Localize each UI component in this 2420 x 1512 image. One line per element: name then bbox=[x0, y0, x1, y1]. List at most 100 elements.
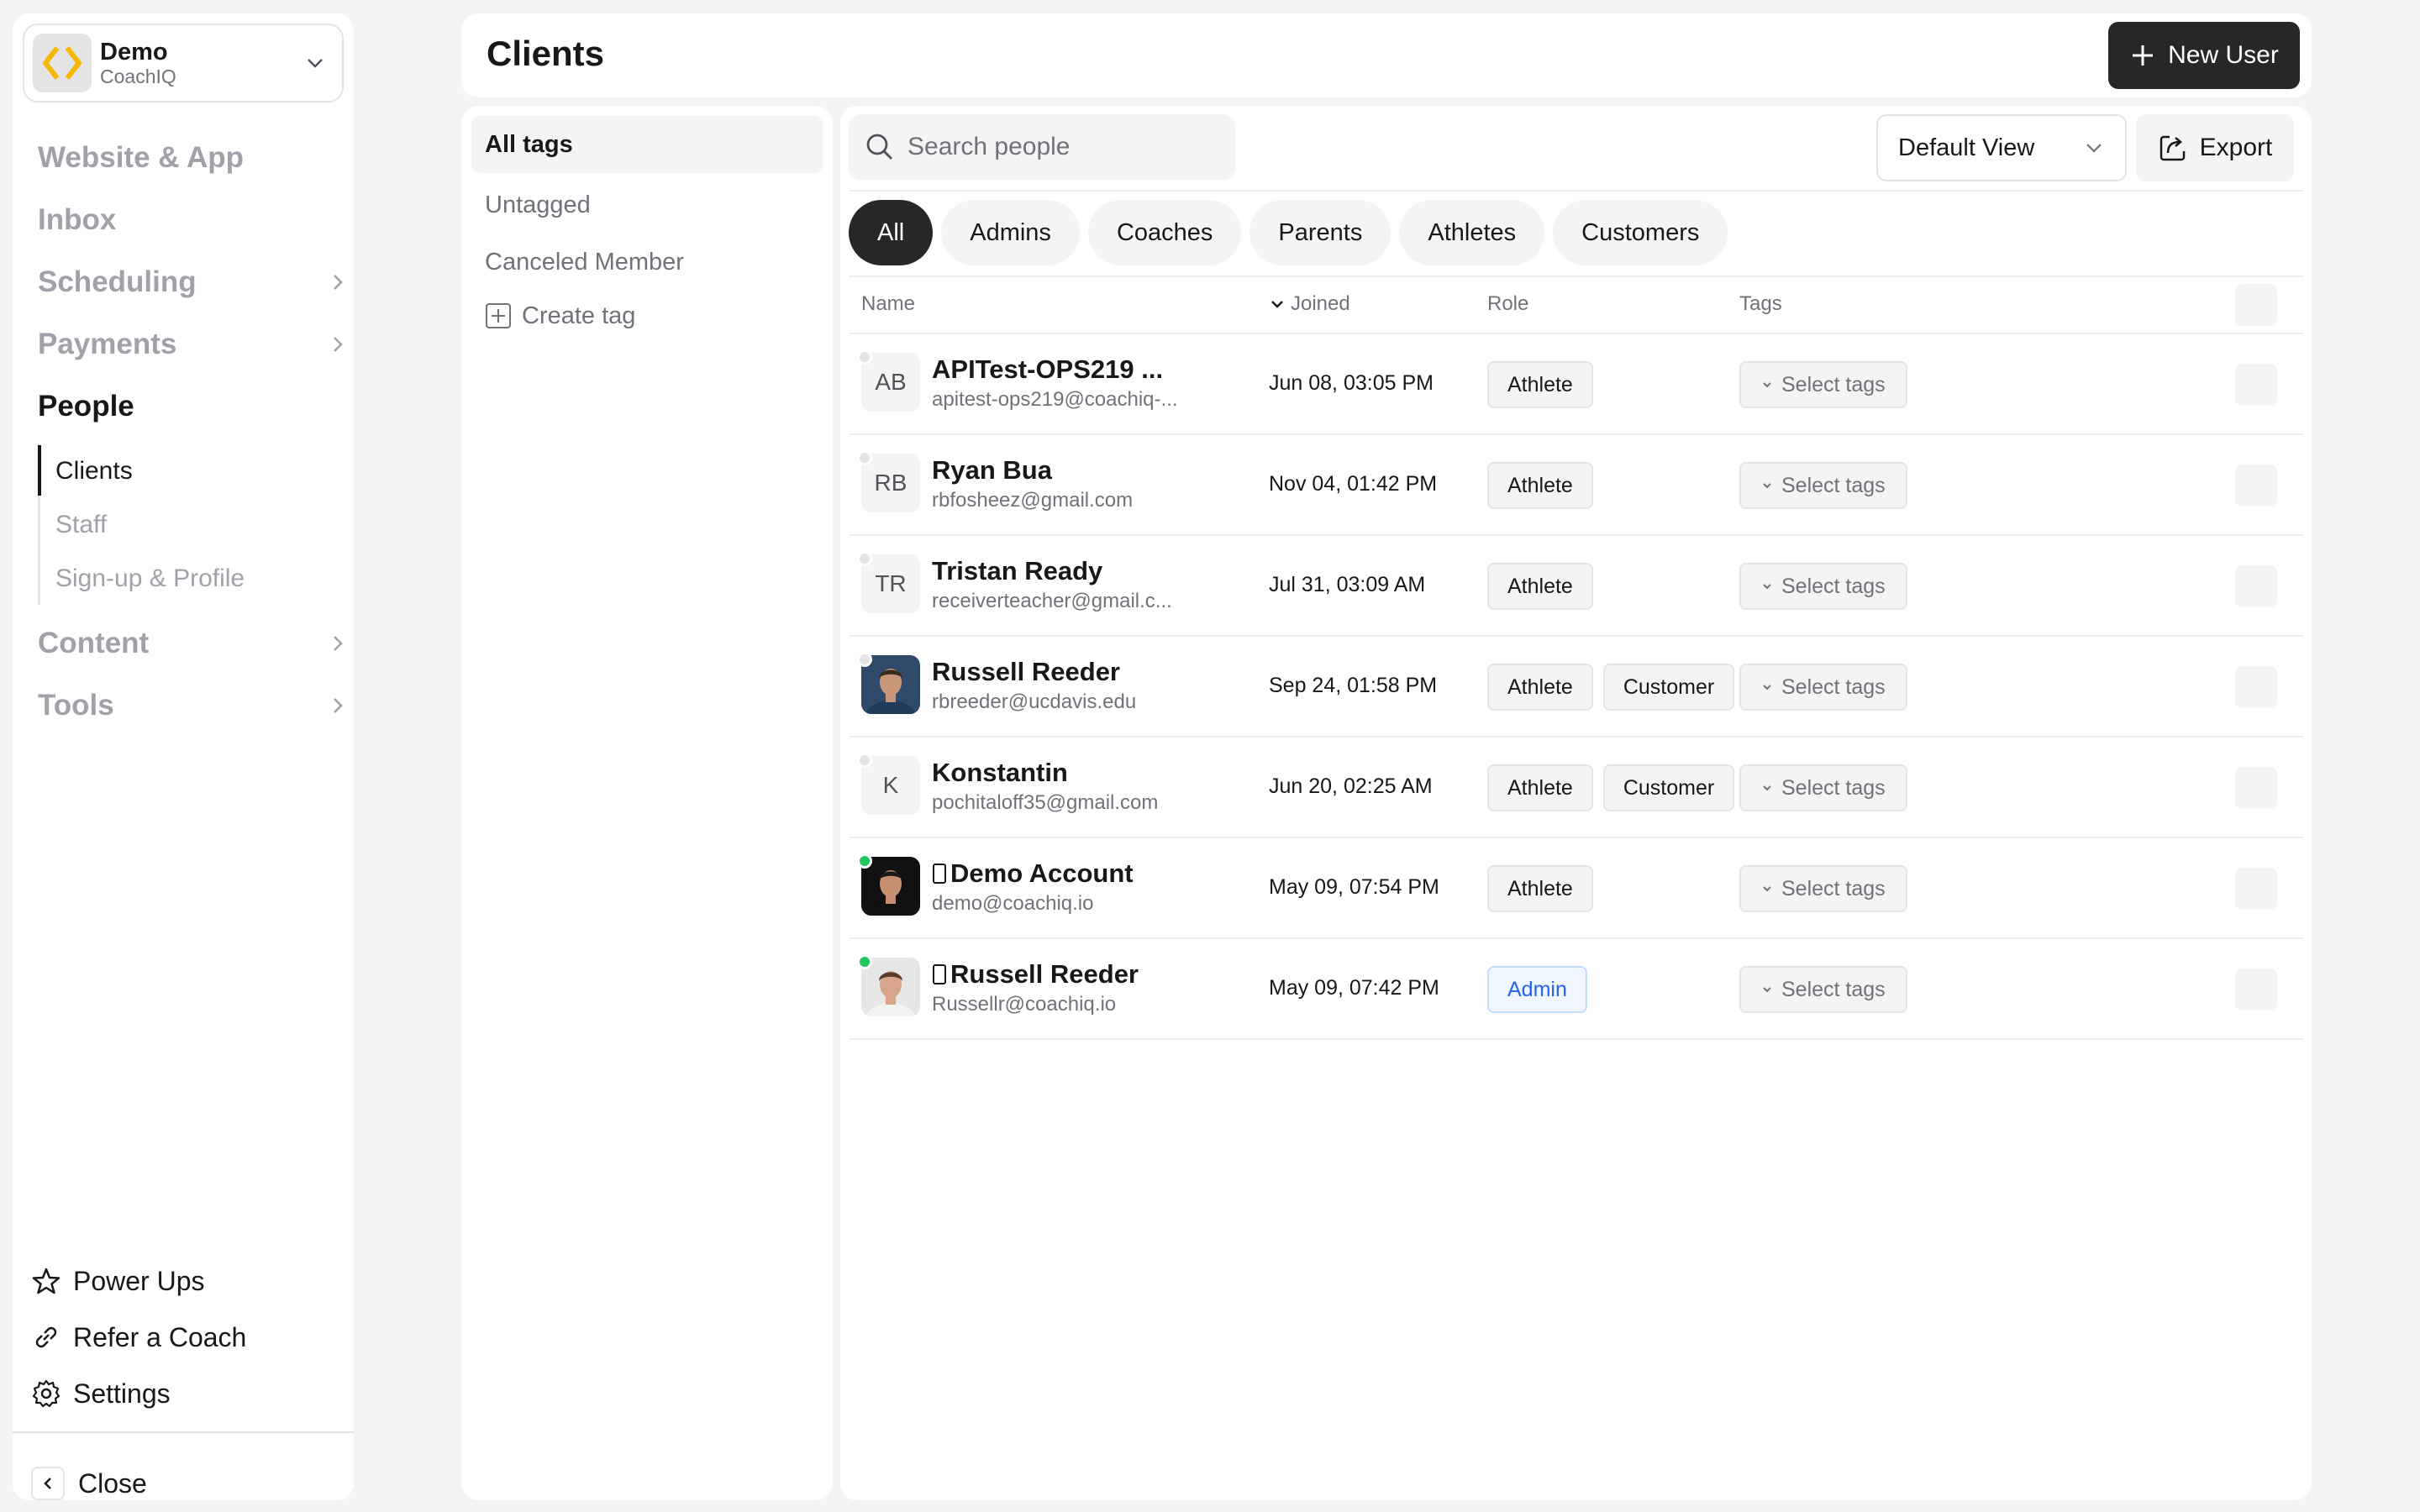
clients-table-panel: Default View Export All Admins Coaches P… bbox=[840, 106, 2312, 1500]
table-row[interactable]: Demo Account demo@coachiq.io May 09, 07:… bbox=[840, 838, 2312, 939]
column-header-role[interactable]: Role bbox=[1487, 292, 1528, 316]
nav-people[interactable]: People bbox=[38, 383, 349, 430]
role-badge: Athlete bbox=[1487, 764, 1593, 811]
user-name[interactable]: Russell Reeder bbox=[932, 657, 1120, 687]
row-checkbox[interactable] bbox=[2235, 465, 2277, 507]
chevron-left-icon bbox=[31, 1467, 65, 1500]
table-row[interactable]: TR Tristan Ready receiverteacher@gmail.c… bbox=[840, 536, 2312, 637]
select-tags-dropdown[interactable]: Select tags bbox=[1739, 361, 1907, 408]
tag-canceled-member[interactable]: Canceled Member bbox=[471, 234, 823, 291]
refer-coach-link[interactable]: Refer a Coach bbox=[31, 1315, 246, 1360]
row-checkbox[interactable] bbox=[2235, 969, 2277, 1011]
user-name[interactable]: APITest-OPS219 ... bbox=[932, 354, 1163, 385]
table-row[interactable]: AB APITest-OPS219 ... apitest-ops219@coa… bbox=[840, 334, 2312, 435]
subnav-signup-profile[interactable]: Sign-up & Profile bbox=[55, 556, 245, 601]
filter-athletes[interactable]: Athletes bbox=[1399, 200, 1545, 265]
role-badge: Athlete bbox=[1487, 361, 1593, 408]
sidebar-divider bbox=[13, 1431, 354, 1433]
power-ups-link[interactable]: Power Ups bbox=[31, 1258, 205, 1304]
row-checkbox[interactable] bbox=[2235, 565, 2277, 607]
new-user-label: New User bbox=[2168, 41, 2279, 69]
search-input[interactable] bbox=[908, 133, 1227, 161]
nav-website-app[interactable]: Website & App bbox=[38, 134, 349, 181]
joined-date: Jul 31, 03:09 AM bbox=[1269, 573, 1426, 596]
plus-icon bbox=[2129, 42, 2168, 69]
role-filter-tabs: All Admins Coaches Parents Athletes Cust… bbox=[849, 200, 1728, 265]
settings-link[interactable]: Settings bbox=[31, 1371, 171, 1416]
user-email: apitest-ops219@coachiq-... bbox=[932, 388, 1178, 411]
tag-untagged[interactable]: Untagged bbox=[471, 176, 823, 234]
filter-coaches[interactable]: Coaches bbox=[1087, 200, 1242, 265]
create-tag-label: Create tag bbox=[522, 302, 636, 329]
column-header-tags[interactable]: Tags bbox=[1739, 292, 1782, 316]
user-name-text: Russell Reeder bbox=[950, 959, 1139, 989]
role-badge: Admin bbox=[1487, 966, 1587, 1013]
chevron-down-icon bbox=[303, 51, 327, 75]
row-checkbox[interactable] bbox=[2235, 666, 2277, 708]
nav-scheduling[interactable]: Scheduling bbox=[38, 259, 349, 306]
role-badge: Athlete bbox=[1487, 462, 1593, 509]
table-row[interactable]: Russell Reeder Russellr@coachiq.io May 0… bbox=[840, 939, 2312, 1040]
select-tags-dropdown[interactable]: Select tags bbox=[1739, 764, 1907, 811]
chevron-right-icon bbox=[327, 633, 349, 654]
role-badge: Athlete bbox=[1487, 664, 1593, 711]
select-tags-dropdown[interactable]: Select tags bbox=[1739, 563, 1907, 610]
avatar-initials: AB bbox=[875, 369, 907, 395]
new-user-button[interactable]: New User bbox=[2108, 22, 2300, 89]
nav-payments[interactable]: Payments bbox=[38, 321, 349, 368]
joined-date: Sep 24, 01:58 PM bbox=[1269, 674, 1438, 697]
nav-label: Inbox bbox=[38, 203, 117, 236]
chevron-down-icon bbox=[1761, 883, 1781, 895]
filter-customers[interactable]: Customers bbox=[1553, 200, 1728, 265]
search-box[interactable] bbox=[849, 114, 1235, 180]
select-tags-dropdown[interactable]: Select tags bbox=[1739, 664, 1907, 711]
presence-status-dot bbox=[857, 450, 872, 465]
select-tags-label: Select tags bbox=[1781, 977, 1886, 1001]
page-header: Clients New User bbox=[461, 13, 2312, 97]
user-name[interactable]: Ryan Bua bbox=[932, 455, 1052, 486]
settings-label: Settings bbox=[73, 1378, 171, 1409]
mobile-device-icon bbox=[932, 863, 950, 885]
chevron-down-icon bbox=[1761, 681, 1781, 693]
row-checkbox[interactable] bbox=[2235, 767, 2277, 809]
select-tags-label: Select tags bbox=[1781, 473, 1886, 497]
avatar-initials: RB bbox=[874, 470, 908, 496]
column-header-name[interactable]: Name bbox=[861, 292, 915, 316]
subnav-staff[interactable]: Staff bbox=[55, 502, 107, 548]
nav-inbox[interactable]: Inbox bbox=[38, 197, 349, 244]
nav-content[interactable]: Content bbox=[38, 620, 349, 667]
filter-parents[interactable]: Parents bbox=[1249, 200, 1392, 265]
select-tags-dropdown[interactable]: Select tags bbox=[1739, 865, 1907, 912]
org-switcher[interactable]: Demo CoachIQ bbox=[23, 24, 344, 102]
filter-admins[interactable]: Admins bbox=[941, 200, 1080, 265]
user-name[interactable]: Tristan Ready bbox=[932, 556, 1102, 586]
user-name[interactable]: Konstantin bbox=[932, 758, 1068, 788]
avatar-initials: TR bbox=[875, 570, 907, 596]
row-checkbox[interactable] bbox=[2235, 364, 2277, 406]
select-tags-dropdown[interactable]: Select tags bbox=[1739, 462, 1907, 509]
create-tag-button[interactable]: Create tag bbox=[471, 287, 823, 344]
export-button[interactable]: Export bbox=[2136, 114, 2294, 181]
close-sidebar-button[interactable]: Close bbox=[31, 1460, 147, 1507]
joined-date: May 09, 07:54 PM bbox=[1269, 875, 1439, 899]
column-header-joined[interactable]: Joined bbox=[1269, 292, 1350, 316]
view-select[interactable]: Default View bbox=[1876, 114, 2127, 181]
select-all-checkbox[interactable] bbox=[2235, 284, 2277, 326]
user-name[interactable]: Demo Account bbox=[932, 858, 1134, 889]
select-tags-dropdown[interactable]: Select tags bbox=[1739, 966, 1907, 1013]
joined-date: May 09, 07:42 PM bbox=[1269, 976, 1439, 1000]
user-name[interactable]: Russell Reeder bbox=[932, 959, 1139, 990]
row-checkbox[interactable] bbox=[2235, 868, 2277, 910]
joined-date: Jun 20, 02:25 AM bbox=[1269, 774, 1433, 798]
filter-all[interactable]: All bbox=[849, 200, 934, 265]
table-row[interactable]: RB Ryan Bua rbfosheez@gmail.com Nov 04, … bbox=[840, 435, 2312, 536]
avatar-initials: K bbox=[882, 772, 899, 798]
nav-label: Content bbox=[38, 627, 150, 659]
user-email: rbreeder@ucdavis.edu bbox=[932, 690, 1137, 713]
subnav-clients[interactable]: Clients bbox=[55, 449, 133, 494]
nav-tools[interactable]: Tools bbox=[38, 682, 349, 729]
table-row[interactable]: Russell Reeder rbreeder@ucdavis.edu Sep … bbox=[840, 637, 2312, 738]
chevron-right-icon bbox=[327, 333, 349, 355]
tag-all[interactable]: All tags bbox=[471, 116, 823, 173]
table-row[interactable]: K Konstantin pochitaloff35@gmail.com Jun… bbox=[840, 738, 2312, 838]
